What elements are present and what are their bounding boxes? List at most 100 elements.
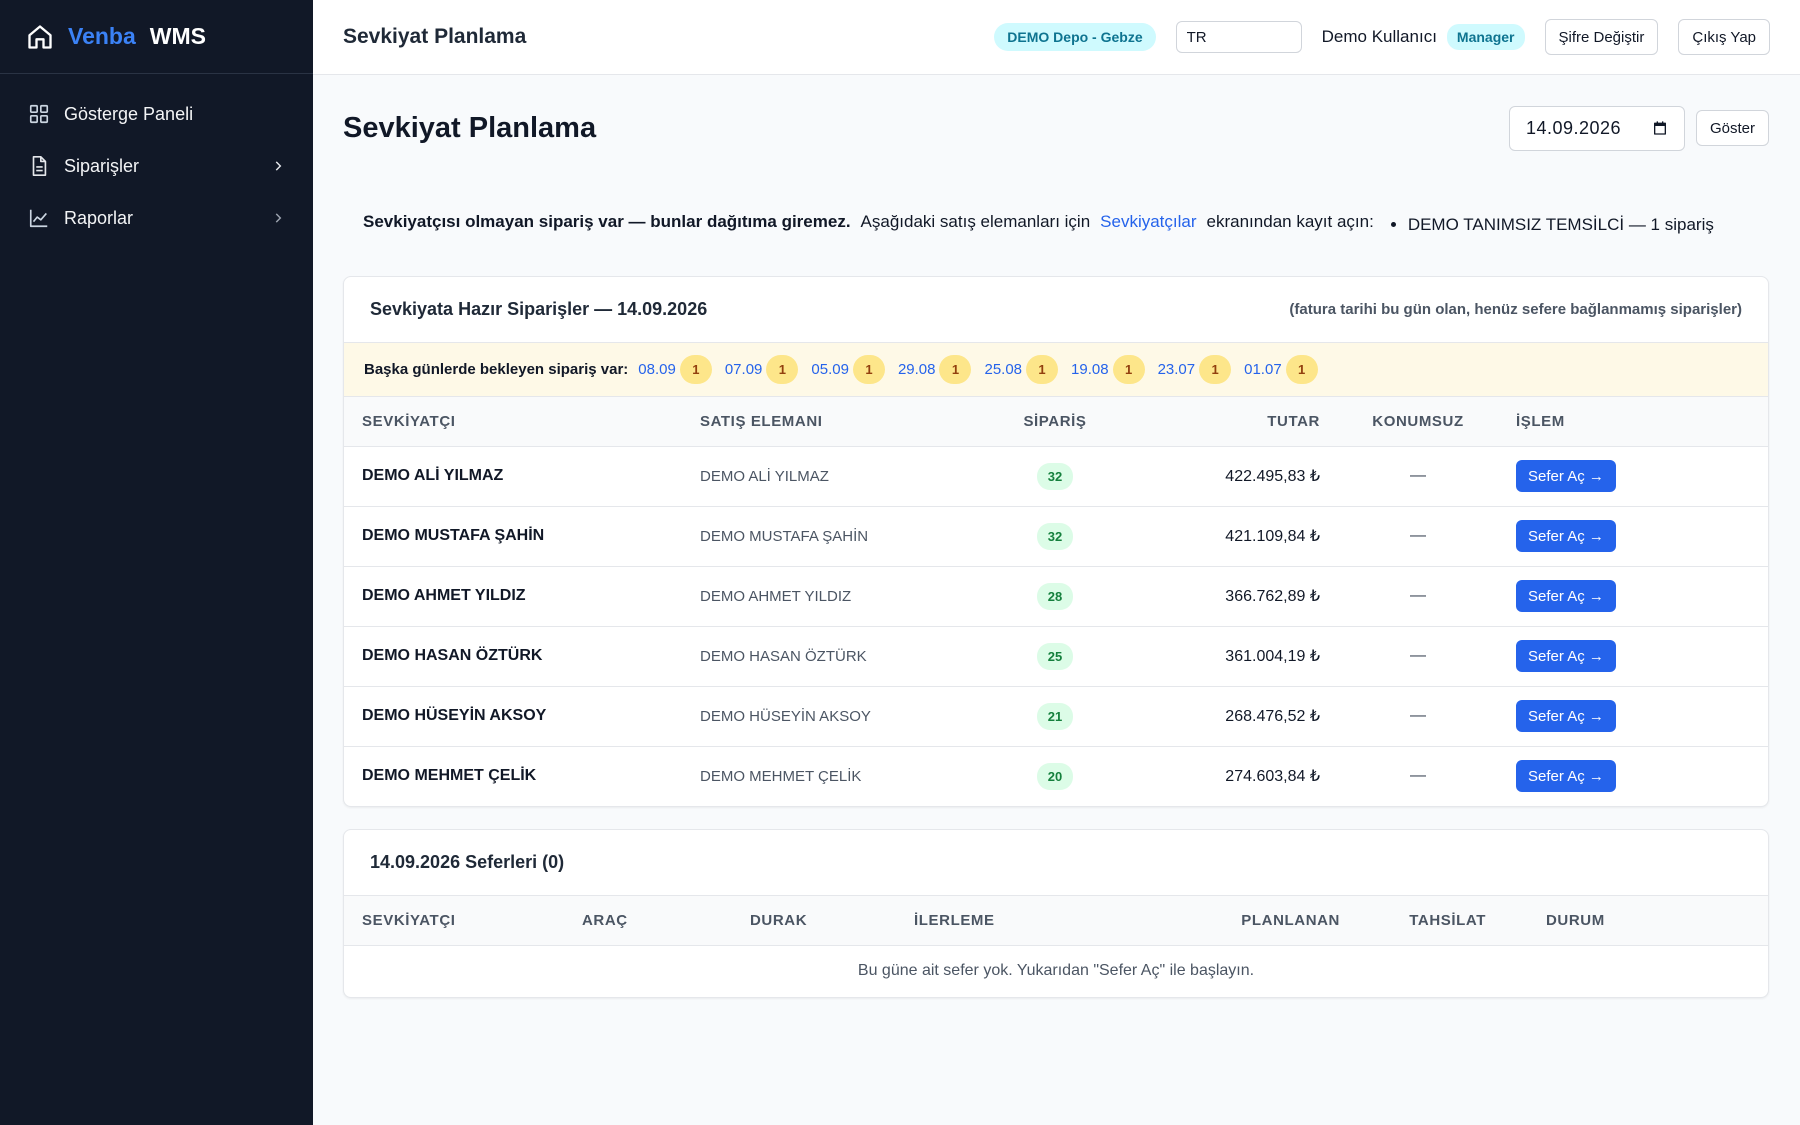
pending-count-badge: 1 <box>939 355 972 384</box>
col-header-action: İŞLEM <box>1498 397 1768 447</box>
sidebar-item-label: Siparişler <box>64 155 140 176</box>
pending-date[interactable]: 19.08 <box>1071 361 1109 378</box>
pending-day-chip[interactable]: 23.07 1 <box>1158 355 1232 384</box>
col-header-progress[interactable]: İLERLEME <box>896 896 1144 946</box>
pending-date[interactable]: 23.07 <box>1158 361 1196 378</box>
cell-nolocation: — <box>1338 626 1498 687</box>
cell-orders: 20 <box>982 746 1128 806</box>
pending-count-badge: 1 <box>1199 355 1232 384</box>
sidebar-item-label: Raporlar <box>64 207 134 228</box>
col-header-planned[interactable]: PLANLANAN <box>1144 896 1358 946</box>
cell-sales: DEMO MEHMET ÇELİK <box>700 767 862 785</box>
pending-date[interactable]: 07.09 <box>725 361 763 378</box>
ready-orders-card: Sevkiyata Hazır Siparişler — 14.09.2026 … <box>343 276 1769 807</box>
role-badge: Manager <box>1446 24 1525 50</box>
ready-orders-header: Sevkiyata Hazır Siparişler — 14.09.2026 … <box>344 277 1768 343</box>
cell-nolocation: — <box>1338 686 1498 747</box>
cell-nolocation: — <box>1410 767 1426 785</box>
sidebar-item-orders[interactable]: Siparişler <box>0 140 313 192</box>
date-input[interactable]: 14.09.2026 <box>1508 105 1685 151</box>
empty-message: Bu güne ait sefer yok. Yukarıdan "Sefer … <box>857 962 1255 980</box>
sidebar-item-label: Gösterge Paneli <box>64 103 194 124</box>
table-row: DEMO MUSTAFA ŞAHİN DEMO MUSTAFA ŞAHİN 32… <box>344 506 1768 567</box>
sidebar-item-reports[interactable]: Raporlar <box>0 192 313 244</box>
ready-orders-table: SEVKİYATÇI SATIŞ ELEMANI SİPARİŞ TUTAR K… <box>344 397 1768 806</box>
open-trip-button[interactable]: Sefer Aç → <box>1516 520 1616 552</box>
missing-shipper-warning: Sevkiyatçısı olmayan sipariş var — bunla… <box>343 181 1769 263</box>
pending-day-chip[interactable]: 01.07 1 <box>1244 355 1318 384</box>
pending-date[interactable]: 25.08 <box>984 361 1022 378</box>
language-input[interactable] <box>1175 21 1302 53</box>
col-header-amount[interactable]: TUTAR <box>1128 397 1338 447</box>
cell-nolocation: — <box>1338 446 1498 507</box>
cell-action: Sefer Aç → <box>1498 506 1768 567</box>
cell-shipper: DEMO MEHMET ÇELİK <box>362 767 537 785</box>
pending-date[interactable]: 08.09 <box>638 361 676 378</box>
pending-day-chip[interactable]: 05.09 1 <box>811 355 885 384</box>
warning-list-item: DEMO TANIMSIZ TEMSİLCİ — 1 sipariş <box>1408 215 1714 235</box>
change-password-button[interactable]: Şifre Değiştir <box>1544 19 1659 55</box>
sidebar: Venba WMS Gösterge Paneli Siparişler Rap… <box>0 0 313 1125</box>
cell-amount: 366.762,89 ₺ <box>1128 566 1338 627</box>
col-header-collection[interactable]: TAHSİLAT <box>1358 896 1504 946</box>
cell-sales: DEMO HÜSEYİN AKSOY <box>682 686 982 747</box>
col-header-sales[interactable]: SATIŞ ELEMANI <box>682 397 982 447</box>
table-row: DEMO HÜSEYİN AKSOY DEMO HÜSEYİN AKSOY 21… <box>344 686 1768 747</box>
logout-button[interactable]: Çıkış Yap <box>1678 19 1770 55</box>
pending-day-chip[interactable]: 07.09 1 <box>725 355 799 384</box>
open-trip-button[interactable]: Sefer Aç → <box>1516 460 1616 492</box>
col-header-shipper[interactable]: SEVKİYATÇI <box>344 397 682 447</box>
pending-day-chip[interactable]: 29.08 1 <box>898 355 972 384</box>
pending-count-badge: 1 <box>852 355 885 384</box>
cell-amount: 361.004,19 ₺ <box>1128 626 1338 687</box>
cell-nolocation: — <box>1338 566 1498 627</box>
open-trip-button[interactable]: Sefer Aç → <box>1516 700 1616 732</box>
trips-title: 14.09.2026 Seferleri (0) <box>370 852 565 872</box>
brand-name-venba: Venba <box>68 23 136 49</box>
trips-card: 14.09.2026 Seferleri (0) SEVKİYATÇI ARAÇ… <box>343 829 1769 998</box>
calendar-icon[interactable] <box>1652 120 1668 136</box>
cell-orders: 25 <box>982 626 1128 687</box>
cell-shipper: DEMO MUSTAFA ŞAHİN <box>344 506 682 567</box>
show-button[interactable]: Göster <box>1695 110 1769 146</box>
table-row: DEMO ALİ YILMAZ DEMO ALİ YILMAZ 32 422.4… <box>344 446 1768 507</box>
cell-amount: 268.476,52 ₺ <box>1128 686 1338 747</box>
sidebar-item-dashboard[interactable]: Gösterge Paneli <box>0 88 313 140</box>
chevron-right-icon <box>275 161 282 171</box>
order-count-badge: 32 <box>1036 522 1074 550</box>
pending-count-badge: 1 <box>766 355 799 384</box>
top-header: Sevkiyat Planlama DEMO Depo - Gebze Demo… <box>313 0 1800 75</box>
pending-date[interactable]: 01.07 <box>1244 361 1282 378</box>
chevron-right-icon <box>275 213 282 223</box>
cell-shipper: DEMO HASAN ÖZTÜRK <box>344 626 682 687</box>
col-header-nolocation[interactable]: KONUMSUZ <box>1338 397 1498 447</box>
open-trip-button[interactable]: Sefer Aç → <box>1516 760 1616 793</box>
pending-count-badge: 1 <box>1112 355 1145 384</box>
col-header-shipper[interactable]: SEVKİYATÇI <box>344 896 564 946</box>
cell-sales: DEMO ALİ YILMAZ <box>682 446 982 507</box>
pending-day-chip[interactable]: 08.09 1 <box>638 355 712 384</box>
warning-list: DEMO TANIMSIZ TEMSİLCİ — 1 sipariş <box>1408 215 1714 235</box>
pending-date[interactable]: 29.08 <box>898 361 936 378</box>
trips-header: 14.09.2026 Seferleri (0) <box>344 830 1768 896</box>
pending-day-chip[interactable]: 25.08 1 <box>984 355 1059 384</box>
brand-name-wms: WMS <box>149 23 206 49</box>
col-header-status[interactable]: DURUM <box>1504 896 1768 946</box>
cell-shipper: DEMO AHMET YILDIZ <box>344 566 682 627</box>
col-header-orders[interactable]: SİPARİŞ <box>982 397 1128 447</box>
col-header-stops[interactable]: DURAK <box>732 896 896 946</box>
shippers-link[interactable]: Sevkiyatçılar <box>1100 212 1196 232</box>
open-trip-button[interactable]: Sefer Aç → <box>1516 640 1616 672</box>
order-count-badge: 28 <box>1036 582 1074 610</box>
brand[interactable]: Venba WMS <box>0 0 313 74</box>
page-title: Sevkiyat Planlama <box>343 111 597 144</box>
sidebar-nav: Gösterge Paneli Siparişler Raporlar <box>0 74 313 244</box>
cell-orders: 32 <box>982 446 1128 507</box>
warning-bold-text: Sevkiyatçısı olmayan sipariş var — bunla… <box>363 212 851 231</box>
depot-badge: DEMO Depo - Gebze <box>994 23 1156 51</box>
pending-day-chip[interactable]: 19.08 1 <box>1071 355 1145 384</box>
open-trip-button[interactable]: Sefer Aç → <box>1516 580 1616 612</box>
cell-sales: DEMO AHMET YILDIZ <box>682 566 982 627</box>
pending-date[interactable]: 05.09 <box>811 361 849 378</box>
col-header-vehicle[interactable]: ARAÇ <box>564 896 732 946</box>
